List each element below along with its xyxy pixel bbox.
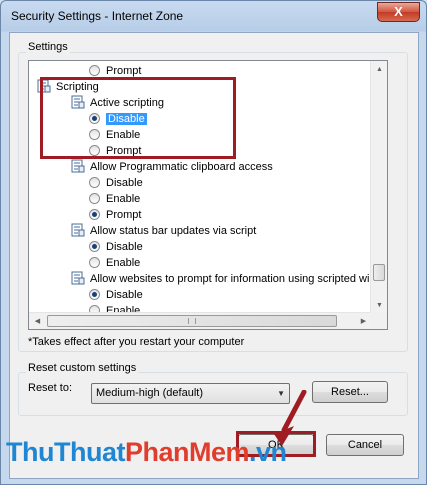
horizontal-scroll-thumb[interactable] <box>47 315 337 327</box>
close-button[interactable]: X <box>377 2 420 22</box>
scroll-up-icon[interactable]: ▲ <box>371 61 387 78</box>
cancel-button[interactable]: Cancel <box>326 434 404 456</box>
settings-category-icon <box>71 223 85 237</box>
scroll-corner <box>370 312 387 329</box>
settings-group-label: Settings <box>26 41 70 53</box>
scripting-highlight-box <box>40 77 236 159</box>
radio-unchecked-icon[interactable] <box>89 177 100 188</box>
radio-unchecked-icon[interactable] <box>89 257 100 268</box>
setting-category-label: Allow status bar updates via script <box>90 225 257 237</box>
reset-level-value: Medium-high (default) <box>96 387 203 399</box>
radio-option[interactable]: Disable <box>89 239 143 255</box>
radio-checked-icon[interactable] <box>89 241 100 252</box>
radio-option-label: Prompt <box>106 209 142 221</box>
radio-option[interactable]: Disable <box>89 287 143 303</box>
watermark-part2: PhanMem <box>124 437 250 467</box>
settings-category-icon <box>71 271 85 285</box>
setting-category-label: Allow websites to prompt for information… <box>90 273 372 285</box>
vertical-scrollbar[interactable]: ▲ ▼ <box>370 61 387 314</box>
vertical-scroll-thumb[interactable] <box>373 264 385 281</box>
radio-option-label: Enable <box>106 257 141 269</box>
radio-option[interactable]: Enable <box>89 255 140 271</box>
setting-category: Allow Programmatic clipboard access <box>71 159 273 175</box>
radio-option[interactable]: Disable <box>89 175 143 191</box>
scroll-left-icon[interactable]: ◀ <box>29 313 46 329</box>
reset-to-label: Reset to: <box>28 382 73 394</box>
watermark-part3: .vn <box>249 437 287 467</box>
radio-option-label: Disable <box>106 177 143 189</box>
grip-icon <box>188 318 196 324</box>
watermark-logo: ThuThuatPhanMem.vn <box>6 437 287 468</box>
reset-button[interactable]: Reset... <box>312 381 388 403</box>
horizontal-scrollbar[interactable]: ◀ ▶ <box>29 312 372 329</box>
setting-category: Allow status bar updates via script <box>71 223 256 239</box>
watermark-part1: ThuThuat <box>6 437 125 467</box>
title-bar[interactable]: Security Settings - Internet Zone X <box>1 1 426 31</box>
radio-option[interactable]: Enable <box>89 191 140 207</box>
settings-category-icon <box>71 159 85 173</box>
reset-level-select[interactable]: Medium-high (default) ▼ <box>91 383 290 404</box>
window-title: Security Settings - Internet Zone <box>11 9 184 23</box>
radio-checked-icon[interactable] <box>89 289 100 300</box>
radio-option-label: Disable <box>106 289 143 301</box>
radio-option[interactable]: Prompt <box>89 207 141 223</box>
setting-category-label: Allow Programmatic clipboard access <box>90 161 273 173</box>
radio-option-label: Disable <box>106 241 143 253</box>
radio-option-label: Enable <box>106 193 141 205</box>
restart-note: *Takes effect after you restart your com… <box>28 336 245 348</box>
reset-group-label: Reset custom settings <box>26 362 139 374</box>
radio-option-label: Prompt <box>106 65 142 77</box>
radio-unchecked-icon[interactable] <box>89 193 100 204</box>
radio-checked-icon[interactable] <box>89 209 100 220</box>
radio-unchecked-icon[interactable] <box>89 65 100 76</box>
setting-category: Allow websites to prompt for information… <box>71 271 372 287</box>
